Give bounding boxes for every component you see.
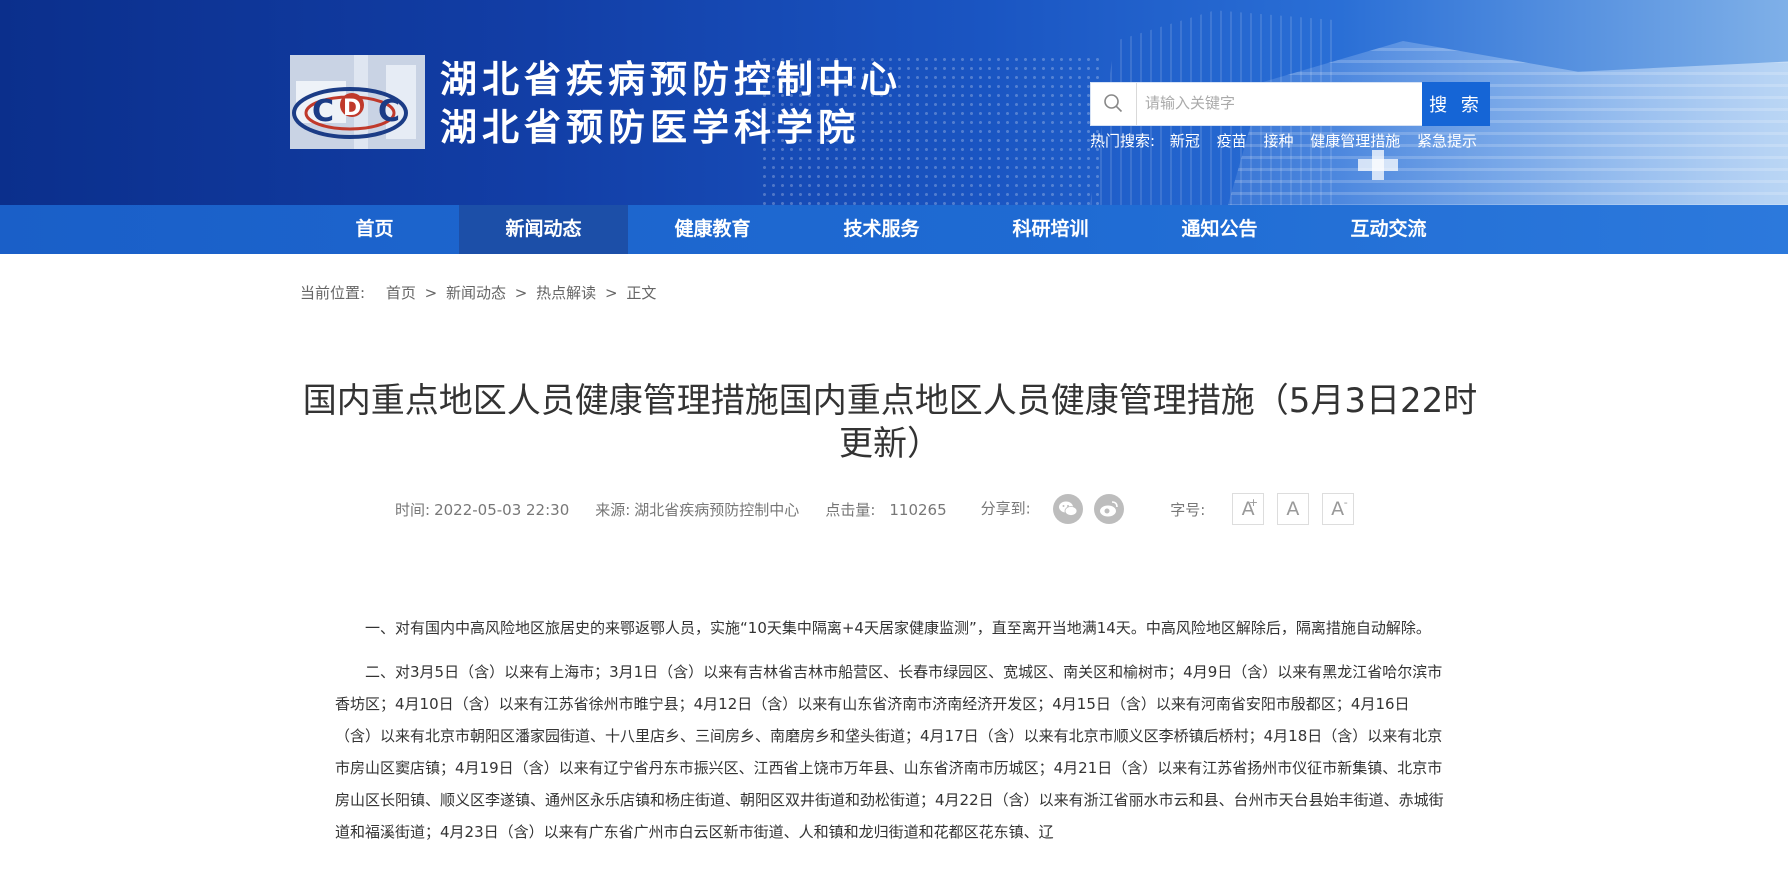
article-meta: 时间: 2022-05-03 22:30 来源: 湖北省疾病预防控制中心 点击量: 1… <box>395 492 1380 526</box>
share: 分享到: <box>981 494 1125 524</box>
main-nav: 首页 新闻动态 健康教育 技术服务 科研培训 通知公告 互动交流 <box>0 205 1788 254</box>
hot-search-link[interactable]: 健康管理措施 <box>1310 132 1400 150</box>
source: 来源: 湖北省疾病预防控制中心 <box>595 499 799 520</box>
article-content: 一、对有国内中高风险地区旅居史的来鄂返鄂人员，实施“10天集中隔离+4天居家健康… <box>335 612 1445 860</box>
source-value: 湖北省疾病预防控制中心 <box>634 500 800 519</box>
hot-search-link[interactable]: 接种 <box>1263 132 1293 150</box>
hot-search-link[interactable]: 紧急提示 <box>1417 132 1477 150</box>
nav-item-news[interactable]: 新闻动态 <box>459 205 628 254</box>
header-banner: C C D 湖北省疾病预防控制中心 湖北省预防医学科学院 搜 索 热门搜索: 新… <box>0 0 1788 205</box>
search-icon[interactable] <box>1091 83 1137 125</box>
article-paragraph: 一、对有国内中高风险地区旅居史的来鄂返鄂人员，实施“10天集中隔离+4天居家健康… <box>365 619 1431 637</box>
medical-cross-icon <box>1358 150 1398 180</box>
font-increase-button[interactable]: A + <box>1232 493 1265 525</box>
nav-item-health-education[interactable]: 健康教育 <box>628 205 797 254</box>
site-title-line2: 湖北省预防医学科学院 <box>440 106 860 149</box>
breadcrumb-item-news[interactable]: 新闻动态 <box>446 284 506 302</box>
weibo-icon[interactable] <box>1094 494 1125 524</box>
breadcrumb-item-home[interactable]: 首页 <box>386 284 416 302</box>
nav-item-notices[interactable]: 通知公告 <box>1135 205 1304 254</box>
svg-text:C: C <box>378 94 400 129</box>
publish-time-value: 2022-05-03 22:30 <box>434 500 570 519</box>
nav-item-home[interactable]: 首页 <box>290 205 459 254</box>
source-label: 来源: <box>595 500 631 519</box>
font-size-label: 字号: <box>1170 501 1206 519</box>
breadcrumb-separator: > <box>424 284 438 302</box>
article-paragraph: 二、对3月5日（含）以来有上海市；3月1日（含）以来有吉林省吉林市船营区、长春市… <box>335 663 1444 841</box>
breadcrumb: 当前位置: 首页 > 新闻动态 > 热点解读 > 正文 <box>300 282 656 303</box>
hot-search: 热门搜索: 新冠 疫苗 接种 健康管理措施 紧急提示 <box>1090 130 1483 151</box>
hot-search-link[interactable]: 新冠 <box>1170 132 1200 150</box>
svg-text:D: D <box>343 96 361 121</box>
publish-time-label: 时间: <box>395 500 431 519</box>
font-decrease-button[interactable]: A- <box>1321 493 1354 525</box>
nav-item-interaction[interactable]: 互动交流 <box>1304 205 1473 254</box>
font-size-control: 字号: A + A A- <box>1170 493 1354 525</box>
breadcrumb-separator: > <box>604 284 618 302</box>
site-title-line1: 湖北省疾病预防控制中心 <box>440 58 902 101</box>
share-label: 分享到: <box>980 499 1031 518</box>
cdc-logo[interactable]: C C D <box>290 55 425 149</box>
hot-search-link[interactable]: 疫苗 <box>1217 132 1247 150</box>
search-button[interactable]: 搜 索 <box>1422 82 1490 126</box>
breadcrumb-item-hot-topics[interactable]: 热点解读 <box>536 284 596 302</box>
click-count: 点击量: 110265 <box>825 499 946 520</box>
click-count-label: 点击量: <box>825 500 876 519</box>
font-reset-button[interactable]: A <box>1276 493 1309 525</box>
breadcrumb-prefix: 当前位置: <box>300 284 366 302</box>
wechat-icon[interactable] <box>1053 494 1084 524</box>
publish-time: 时间: 2022-05-03 22:30 <box>395 499 569 520</box>
hot-search-label: 热门搜索: <box>1090 132 1156 150</box>
svg-text:C: C <box>312 94 334 129</box>
nav-item-tech-service[interactable]: 技术服务 <box>797 205 966 254</box>
nav-item-research-training[interactable]: 科研培训 <box>966 205 1135 254</box>
breadcrumb-item-current: 正文 <box>626 284 657 302</box>
click-count-value: 110265 <box>889 500 947 519</box>
search-input[interactable] <box>1137 83 1433 123</box>
article-title: 国内重点地区人员健康管理措施国内重点地区人员健康管理措施（5月3日22时更新） <box>302 381 1478 464</box>
breadcrumb-separator: > <box>514 284 528 302</box>
site-title: 湖北省疾病预防控制中心 湖北省预防医学科学院 <box>440 56 902 152</box>
